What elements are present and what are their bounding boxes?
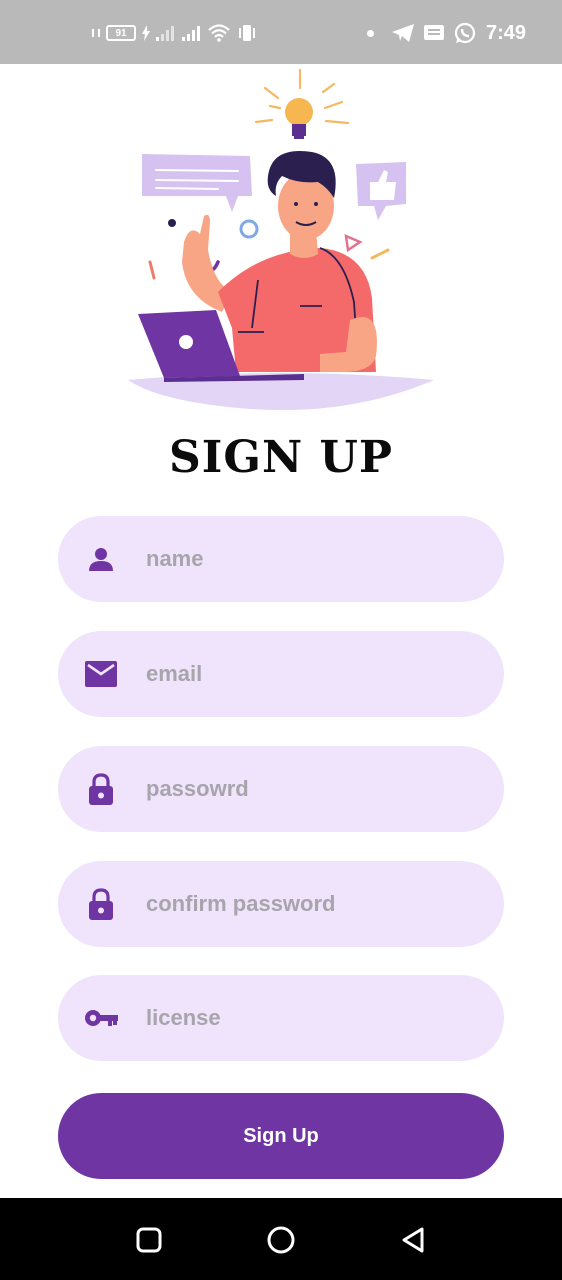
battery-level: 91 — [115, 27, 127, 39]
vibrate-mode-icon — [239, 25, 255, 41]
lock-icon — [84, 772, 118, 806]
recent-apps-button[interactable] — [129, 1220, 169, 1260]
status-left-icons: 91 — [92, 20, 258, 46]
confirm-password-field[interactable] — [58, 861, 504, 947]
email-input[interactable] — [144, 653, 448, 695]
name-field[interactable] — [58, 516, 504, 602]
name-input[interactable] — [144, 538, 448, 580]
home-icon — [267, 1226, 295, 1254]
charging-icon — [142, 25, 150, 41]
email-field[interactable] — [58, 631, 504, 717]
home-button[interactable] — [261, 1220, 301, 1260]
battery-icon: 91 — [106, 25, 136, 41]
navigation-bar — [0, 1198, 562, 1280]
status-time: 7:49 — [485, 21, 526, 44]
vibrate-icon — [92, 29, 100, 37]
person-icon — [84, 542, 118, 576]
whatsapp-icon — [454, 22, 476, 44]
signal-icon — [182, 26, 200, 41]
back-icon — [402, 1227, 424, 1253]
license-input[interactable] — [144, 997, 448, 1039]
page-title: SIGN UP — [169, 432, 393, 483]
sign-up-button[interactable]: Sign Up — [58, 1093, 504, 1179]
license-field[interactable] — [58, 975, 504, 1061]
back-button[interactable] — [393, 1220, 433, 1260]
telegram-icon — [391, 24, 414, 42]
signal-icon — [156, 26, 174, 41]
password-field[interactable] — [58, 746, 504, 832]
status-bar: 91 7:49 — [0, 0, 562, 64]
status-right-icons: 7:49 — [366, 20, 526, 46]
wifi-icon — [208, 24, 230, 42]
confirm-password-input[interactable] — [144, 883, 448, 925]
key-icon — [84, 1001, 118, 1035]
lock-icon — [84, 887, 118, 921]
password-input[interactable] — [144, 768, 448, 810]
message-icon — [423, 25, 444, 40]
notification-dot-icon — [366, 29, 374, 37]
signup-illustration — [128, 68, 434, 411]
recent-apps-icon — [136, 1227, 162, 1253]
mail-icon — [84, 657, 118, 691]
